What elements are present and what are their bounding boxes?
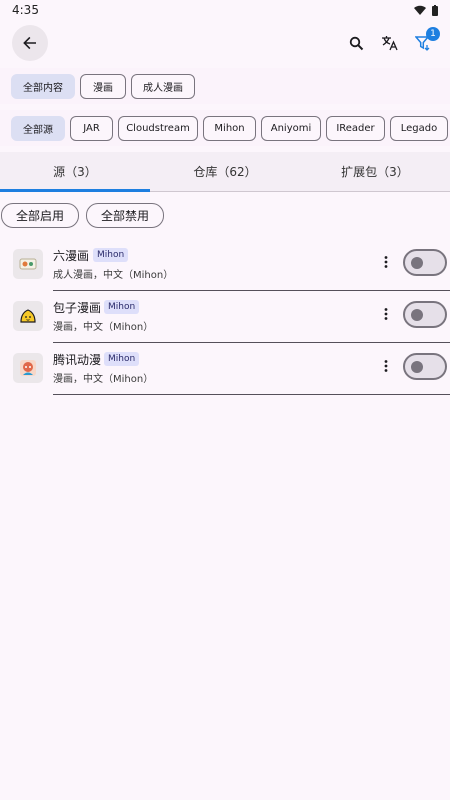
more-vert-icon [384, 256, 388, 268]
status-time: 4:35 [12, 3, 39, 17]
enable-toggle[interactable] [403, 353, 447, 380]
source-row[interactable]: 包子漫画 Mihon 漫画，中文（Mihon） [0, 291, 450, 343]
chip-adult-manga[interactable]: 成人漫画 [131, 73, 195, 99]
filter-badge: 1 [426, 27, 440, 41]
more-options-button[interactable] [378, 252, 394, 272]
more-options-button[interactable] [378, 304, 394, 324]
source-logo-icon [13, 353, 43, 383]
chip-jar[interactable]: JAR [70, 115, 113, 141]
source-name: 包子漫画 [53, 301, 102, 315]
chip-all-content[interactable]: 全部内容 [11, 73, 75, 99]
source-type-tag: Mihon [104, 300, 140, 314]
back-button[interactable] [12, 25, 48, 61]
more-options-button[interactable] [378, 356, 394, 376]
enable-toggle[interactable] [403, 249, 447, 276]
arrow-back-icon [23, 36, 36, 50]
chip-all-sources[interactable]: 全部源 [11, 115, 65, 141]
translate-icon [382, 36, 398, 51]
enable-toggle[interactable] [403, 301, 447, 328]
source-row[interactable]: 腾讯动漫 Mihon 漫画，中文（Mihon） [0, 343, 450, 395]
tab-bar: 源（3） 仓库（62） 扩展包（3） [0, 152, 450, 192]
source-type-tag: Mihon [93, 248, 129, 262]
more-vert-icon [384, 308, 388, 320]
source-filter-row: 全部源 JAR Cloudstream Mihon Aniyomi IReade… [0, 110, 450, 146]
toggle-knob [411, 309, 423, 321]
tab-extensions[interactable]: 扩展包（3） [300, 152, 450, 191]
search-button[interactable] [343, 30, 369, 56]
tab-repositories[interactable]: 仓库（62） [150, 152, 300, 191]
bulk-actions: 全部启用 全部禁用 [0, 203, 165, 228]
tab-sources[interactable]: 源（3） [0, 152, 150, 192]
enable-all-button[interactable]: 全部启用 [1, 203, 80, 228]
source-description: 成人漫画，中文（Mihon） [53, 270, 174, 281]
source-row[interactable]: 六漫画 Mihon 成人漫画，中文（Mihon） [0, 239, 450, 291]
status-icons [414, 4, 438, 16]
battery-icon [432, 4, 438, 16]
toggle-knob [411, 361, 423, 373]
status-bar: 4:35 [0, 0, 450, 20]
toggle-knob [411, 257, 423, 269]
translate-button[interactable] [377, 30, 403, 56]
chip-aniyomi[interactable]: Aniyomi [261, 115, 321, 141]
row-divider [53, 394, 450, 395]
source-logo-icon [13, 301, 43, 331]
source-type-tag: Mihon [104, 352, 140, 366]
more-vert-icon [384, 360, 388, 372]
source-name: 腾讯动漫 [53, 353, 102, 367]
source-description: 漫画，中文（Mihon） [53, 322, 154, 333]
wifi-icon [414, 5, 426, 15]
source-logo-icon [13, 249, 43, 279]
disable-all-button[interactable]: 全部禁用 [86, 203, 165, 228]
source-description: 漫画，中文（Mihon） [53, 374, 154, 385]
chip-manga[interactable]: 漫画 [80, 73, 126, 99]
content-filter-row: 全部内容 漫画 成人漫画 [0, 68, 450, 104]
chip-mihon[interactable]: Mihon [203, 115, 256, 141]
chip-cloudstream[interactable]: Cloudstream [118, 115, 198, 141]
chip-ireader[interactable]: IReader [326, 115, 385, 141]
chip-legado[interactable]: Legado [390, 115, 448, 141]
source-name: 六漫画 [53, 249, 90, 263]
top-app-bar [0, 22, 450, 64]
search-icon [349, 36, 363, 50]
